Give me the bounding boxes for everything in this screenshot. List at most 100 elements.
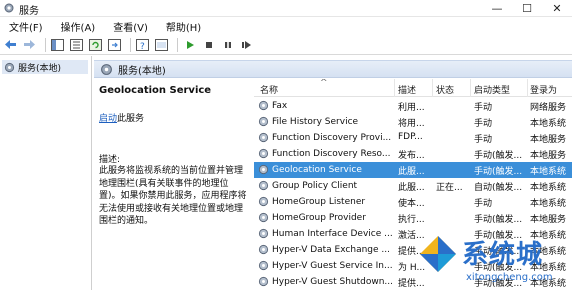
service-startup-type: 自动(触发... bbox=[474, 183, 523, 193]
menu-view[interactable]: 查看(V) bbox=[108, 19, 153, 34]
service-gear-icon bbox=[258, 228, 269, 239]
service-log-on-as: 本地系统 bbox=[530, 119, 567, 129]
service-description: 此服... bbox=[398, 183, 425, 193]
service-name: Fax bbox=[272, 100, 288, 111]
service-log-on-as: 本地系统 bbox=[530, 199, 567, 209]
watermark-url: xitongcheng.com bbox=[466, 272, 553, 283]
menu-bar: 文件(F) 操作(A) 查看(V) 帮助(H) bbox=[0, 18, 572, 34]
start-service-suffix: 此服务 bbox=[117, 114, 145, 124]
export-icon[interactable] bbox=[107, 37, 122, 52]
properties-icon[interactable] bbox=[69, 37, 84, 52]
console-icon[interactable] bbox=[154, 37, 169, 52]
service-startup-type: 手动(触发... bbox=[474, 167, 523, 177]
toolbar-separator bbox=[45, 37, 46, 52]
service-row[interactable]: Fax 利用... 手动 网络服务 bbox=[254, 98, 572, 114]
service-startup-type: 手动 bbox=[474, 119, 493, 129]
service-gear-icon bbox=[258, 196, 269, 207]
service-gear-icon bbox=[258, 116, 269, 127]
toolbar-separator bbox=[177, 37, 178, 52]
column-divider[interactable] bbox=[470, 79, 471, 97]
service-description: 执行... bbox=[398, 215, 425, 225]
start-service-line: 启动此服务 bbox=[99, 111, 144, 124]
help-icon[interactable]: ? bbox=[135, 37, 150, 52]
service-gear-icon bbox=[258, 180, 269, 191]
service-gear-icon bbox=[258, 164, 269, 175]
maximize-button[interactable]: ☐ bbox=[512, 0, 542, 17]
service-name: HomeGroup Provider bbox=[272, 212, 366, 223]
service-gear-icon bbox=[258, 148, 269, 159]
service-name: Geolocation Service bbox=[272, 164, 362, 175]
service-startup-type: 手动(触发... bbox=[474, 215, 523, 225]
stop-icon[interactable] bbox=[201, 37, 216, 52]
panel-header-label: 服务(本地) bbox=[118, 65, 166, 77]
service-log-on-as: 本地服务 bbox=[530, 151, 567, 161]
refresh-icon[interactable] bbox=[88, 37, 103, 52]
console-tree: 服务(本地) bbox=[0, 56, 92, 290]
column-startup-type[interactable]: 启动类型 bbox=[474, 83, 510, 96]
menu-file[interactable]: 文件(F) bbox=[4, 19, 48, 34]
show-hide-tree-icon[interactable] bbox=[50, 37, 65, 52]
window-title: 服务 bbox=[19, 6, 39, 17]
toolbar: ? bbox=[0, 35, 572, 55]
service-name: HomeGroup Listener bbox=[272, 196, 366, 207]
service-name: Hyper-V Guest Service In... bbox=[272, 260, 392, 271]
toolbar-separator bbox=[130, 37, 131, 52]
forward-icon[interactable] bbox=[22, 37, 37, 52]
service-status: 正在... bbox=[436, 183, 463, 193]
watermark-logo-icon bbox=[420, 236, 456, 272]
selected-service-name: Geolocation Service bbox=[99, 85, 212, 96]
service-gear-icon bbox=[258, 100, 269, 111]
back-icon[interactable] bbox=[3, 37, 18, 52]
description-text: 此服务将监视系统的当前位置并管理地理围栏(具有关联事件的地理位置)。如果你禁用此… bbox=[99, 166, 247, 226]
tree-item-services-local[interactable]: 服务(本地) bbox=[2, 60, 88, 74]
column-divider[interactable] bbox=[394, 79, 395, 97]
service-description: FDP... bbox=[398, 132, 423, 142]
close-button[interactable]: ✕ bbox=[542, 0, 572, 17]
service-name: Function Discovery Provi... bbox=[272, 132, 392, 143]
column-log-on-as[interactable]: 登录为 bbox=[530, 83, 557, 96]
watermark: 系统城 xitongcheng.com bbox=[416, 232, 572, 290]
menu-action[interactable]: 操作(A) bbox=[56, 19, 101, 34]
service-name: Hyper-V Data Exchange ... bbox=[272, 244, 390, 255]
column-divider[interactable] bbox=[432, 79, 433, 97]
start-service-link[interactable]: 启动 bbox=[99, 114, 117, 124]
service-gear-icon bbox=[258, 276, 269, 287]
service-startup-type: 手动 bbox=[474, 135, 493, 145]
service-row[interactable]: Group Policy Client 此服... 正在... 自动(触发...… bbox=[254, 178, 572, 194]
service-row[interactable]: Function Discovery Reso... 发布... 手动(触发..… bbox=[254, 146, 572, 162]
window-controls: — ☐ ✕ bbox=[482, 0, 572, 17]
service-gear-icon bbox=[258, 244, 269, 255]
pause-icon[interactable] bbox=[220, 37, 235, 52]
service-row[interactable]: Function Discovery Provi... FDP... 手动 本地… bbox=[254, 130, 572, 146]
service-description: 使本... bbox=[398, 199, 425, 209]
service-description: 发布... bbox=[398, 151, 425, 161]
service-row[interactable]: HomeGroup Listener 使本... 手动 本地系统 bbox=[254, 194, 572, 210]
service-log-on-as: 本地服务 bbox=[530, 135, 567, 145]
service-row[interactable]: File History Service 将用... 手动 本地系统 bbox=[254, 114, 572, 130]
service-name: Group Policy Client bbox=[272, 180, 358, 191]
panel-header: 服务(本地) bbox=[94, 60, 572, 78]
service-description: 将用... bbox=[398, 119, 425, 129]
column-header: ^ 名称 描述 状态 启动类型 登录为 bbox=[254, 79, 572, 97]
column-status[interactable]: 状态 bbox=[436, 83, 454, 96]
start-icon[interactable] bbox=[182, 37, 197, 52]
column-divider[interactable] bbox=[527, 79, 528, 97]
column-description[interactable]: 描述 bbox=[398, 83, 416, 96]
restart-icon[interactable] bbox=[239, 37, 254, 52]
service-gear-icon bbox=[258, 132, 269, 143]
service-log-on-as: 本地系统 bbox=[530, 167, 567, 177]
column-name[interactable]: 名称 bbox=[260, 83, 278, 96]
service-description: 利用... bbox=[398, 103, 425, 113]
service-name: Function Discovery Reso... bbox=[272, 148, 391, 159]
service-row[interactable]: HomeGroup Provider 执行... 手动(触发... 本地服务 bbox=[254, 210, 572, 226]
menu-help[interactable]: 帮助(H) bbox=[161, 19, 206, 34]
services-gear-icon bbox=[101, 63, 112, 75]
description-pane: Geolocation Service 启动此服务 描述: 此服务将监视系统的当… bbox=[94, 79, 254, 290]
service-row-selected[interactable]: Geolocation Service 此服... 手动(触发... 本地系统 bbox=[254, 162, 572, 178]
watermark-brand: 系统城 bbox=[462, 240, 544, 270]
service-startup-type: 手动 bbox=[474, 103, 493, 113]
description-label: 描述: bbox=[99, 155, 121, 165]
service-startup-type: 手动 bbox=[474, 199, 493, 209]
tree-item-label: 服务(本地) bbox=[18, 63, 62, 74]
minimize-button[interactable]: — bbox=[482, 0, 512, 17]
